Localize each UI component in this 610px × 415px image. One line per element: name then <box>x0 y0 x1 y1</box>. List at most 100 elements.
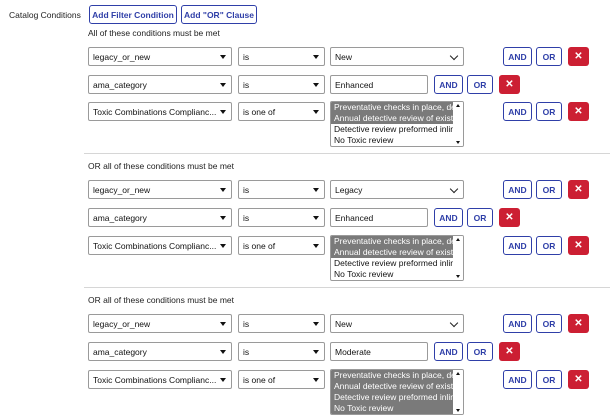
scroll-up-icon[interactable] <box>456 372 460 375</box>
field-select[interactable]: legacy_or_new <box>88 180 232 199</box>
field-select[interactable]: ama_category <box>88 208 232 227</box>
operator-select[interactable]: is <box>238 47 325 66</box>
operator-select[interactable]: is one of <box>238 102 325 121</box>
close-icon: ✕ <box>505 346 514 357</box>
or-button[interactable]: OR <box>536 236 562 255</box>
operator-select[interactable]: is <box>238 208 325 227</box>
listbox-option[interactable]: Annual detective review of existing <box>331 113 453 124</box>
close-icon: ✕ <box>574 106 583 117</box>
remove-condition-button[interactable]: ✕ <box>568 370 589 389</box>
remove-condition-button[interactable]: ✕ <box>568 102 589 121</box>
and-button[interactable]: AND <box>503 370 532 389</box>
scroll-up-icon[interactable] <box>456 104 460 107</box>
field-select-value: Toxic Combinations Complianc... <box>93 106 217 117</box>
close-icon: ✕ <box>574 184 583 195</box>
multi-select-listbox[interactable]: Preventative checks in place, detect Ann… <box>330 235 464 281</box>
and-button[interactable]: AND <box>503 180 532 199</box>
operator-select[interactable]: is <box>238 314 325 333</box>
value-select-value: New <box>335 318 353 329</box>
listbox-option[interactable]: Preventative checks in place, detect <box>331 236 453 247</box>
dropdown-arrow-icon <box>313 82 319 87</box>
field-select[interactable]: legacy_or_new <box>88 47 232 66</box>
dropdown-arrow-icon <box>313 321 319 326</box>
close-icon: ✕ <box>574 318 583 329</box>
value-select[interactable]: New <box>330 314 464 333</box>
field-select-value: Toxic Combinations Complianc... <box>93 240 217 251</box>
or-button[interactable]: OR <box>467 342 493 361</box>
and-button[interactable]: AND <box>434 75 463 94</box>
scroll-down-icon[interactable] <box>456 141 460 144</box>
dropdown-arrow-icon <box>313 54 319 59</box>
or-button[interactable]: OR <box>467 208 493 227</box>
field-select[interactable]: Toxic Combinations Complianc... <box>88 370 232 389</box>
or-button[interactable]: OR <box>536 314 562 333</box>
close-icon: ✕ <box>505 212 514 223</box>
remove-condition-button[interactable]: ✕ <box>568 47 589 66</box>
chevron-down-icon <box>449 51 459 60</box>
dropdown-arrow-icon <box>220 187 226 192</box>
value-input[interactable]: Enhanced <box>330 208 428 227</box>
group-heading: OR all of these conditions must be met <box>88 295 234 305</box>
value-input[interactable]: Moderate <box>330 342 428 361</box>
and-button[interactable]: AND <box>503 102 532 121</box>
listbox-option[interactable]: Detective review preformed inline <box>331 392 453 403</box>
field-select[interactable]: Toxic Combinations Complianc... <box>88 102 232 121</box>
and-button[interactable]: AND <box>503 314 532 333</box>
and-button[interactable]: AND <box>434 342 463 361</box>
and-button[interactable]: AND <box>503 236 532 255</box>
multi-select-listbox[interactable]: Preventative checks in place, detect Ann… <box>330 369 464 415</box>
listbox-scrollbar[interactable] <box>454 236 463 280</box>
scroll-down-icon[interactable] <box>456 409 460 412</box>
listbox-option[interactable]: Detective review preformed inline <box>331 124 453 135</box>
field-select-value: Toxic Combinations Complianc... <box>93 374 217 385</box>
close-icon: ✕ <box>505 79 514 90</box>
scroll-down-icon[interactable] <box>456 275 460 278</box>
scroll-up-icon[interactable] <box>456 238 460 241</box>
listbox-option[interactable]: Annual detective review of existing <box>331 381 453 392</box>
remove-condition-button[interactable]: ✕ <box>568 236 589 255</box>
listbox-option[interactable]: Preventative checks in place, detect <box>331 102 453 113</box>
field-select[interactable]: ama_category <box>88 342 232 361</box>
dropdown-arrow-icon <box>220 109 226 114</box>
listbox-option[interactable]: Preventative checks in place, detect <box>331 370 453 381</box>
listbox-option[interactable]: Detective review preformed inline <box>331 258 453 269</box>
or-button[interactable]: OR <box>536 180 562 199</box>
field-select[interactable]: legacy_or_new <box>88 314 232 333</box>
field-select[interactable]: ama_category <box>88 75 232 94</box>
operator-select[interactable]: is <box>238 75 325 94</box>
operator-select[interactable]: is one of <box>238 236 325 255</box>
dropdown-arrow-icon <box>313 349 319 354</box>
value-select[interactable]: New <box>330 47 464 66</box>
or-button[interactable]: OR <box>536 47 562 66</box>
listbox-scrollbar[interactable] <box>454 370 463 414</box>
dropdown-arrow-icon <box>220 243 226 248</box>
remove-condition-button[interactable]: ✕ <box>568 180 589 199</box>
remove-condition-button[interactable]: ✕ <box>499 208 520 227</box>
add-filter-condition-button[interactable]: Add Filter Condition <box>89 5 177 24</box>
operator-select[interactable]: is one of <box>238 370 325 389</box>
value-input[interactable]: Enhanced <box>330 75 428 94</box>
add-or-clause-button[interactable]: Add "OR" Clause <box>181 5 257 24</box>
multi-select-listbox[interactable]: Preventative checks in place, detect Ann… <box>330 101 464 147</box>
listbox-option[interactable]: No Toxic review <box>331 135 453 146</box>
remove-condition-button[interactable]: ✕ <box>568 314 589 333</box>
listbox-scrollbar[interactable] <box>454 102 463 146</box>
listbox-option[interactable]: No Toxic review <box>331 269 453 280</box>
and-button[interactable]: AND <box>503 47 532 66</box>
listbox-option[interactable]: No Toxic review <box>331 403 453 414</box>
operator-select-value: is <box>243 51 250 62</box>
field-select-value: ama_category <box>93 79 147 90</box>
value-select[interactable]: Legacy <box>330 180 464 199</box>
dropdown-arrow-icon <box>220 349 226 354</box>
remove-condition-button[interactable]: ✕ <box>499 75 520 94</box>
or-button[interactable]: OR <box>467 75 493 94</box>
and-button[interactable]: AND <box>434 208 463 227</box>
operator-select[interactable]: is <box>238 180 325 199</box>
remove-condition-button[interactable]: ✕ <box>499 342 520 361</box>
or-button[interactable]: OR <box>536 370 562 389</box>
field-select[interactable]: Toxic Combinations Complianc... <box>88 236 232 255</box>
operator-select[interactable]: is <box>238 342 325 361</box>
listbox-option[interactable]: Annual detective review of existing <box>331 247 453 258</box>
or-button[interactable]: OR <box>536 102 562 121</box>
group-heading: OR all of these conditions must be met <box>88 161 234 171</box>
